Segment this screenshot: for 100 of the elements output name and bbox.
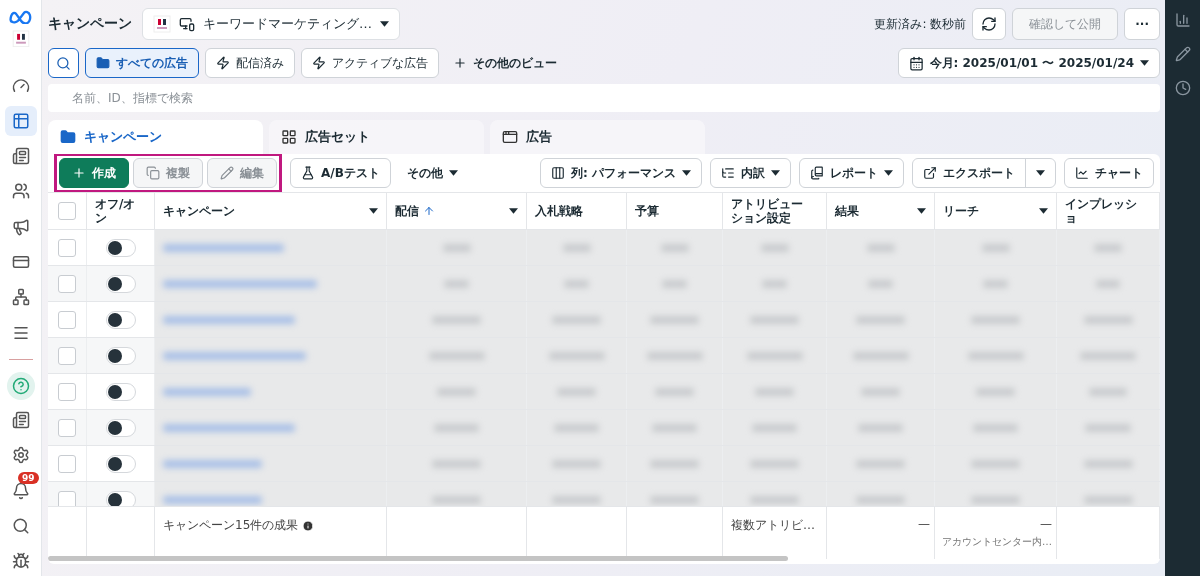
toolbar-button[interactable]: レポート — [799, 158, 904, 188]
row-checkbox[interactable] — [58, 382, 76, 401]
plus-icon — [72, 166, 86, 180]
row-checkbox[interactable] — [58, 454, 76, 473]
toolbar-button[interactable]: 列: パフォーマンス — [540, 158, 702, 188]
scrollbar[interactable] — [48, 556, 788, 561]
more-button[interactable]: ··· — [1124, 8, 1160, 40]
update-status: 更新済み: 数秒前 — [874, 15, 967, 33]
other-menu-button[interactable]: その他 — [398, 158, 466, 188]
refresh-button[interactable] — [972, 8, 1007, 40]
help-button[interactable] — [6, 372, 35, 400]
caret-icon — [884, 170, 893, 176]
column-header[interactable]: オフ/オン — [95, 196, 142, 226]
export-icon — [923, 166, 937, 180]
view-tab[interactable]: すべての広告 — [85, 48, 199, 78]
chart-icon — [1075, 166, 1089, 180]
toggle-switch[interactable] — [105, 490, 136, 506]
toolbar-button[interactable]: チャート — [1064, 158, 1154, 188]
search-icon — [56, 55, 71, 71]
column-header[interactable]: 配信 — [395, 203, 419, 219]
caret-icon — [380, 21, 389, 27]
account-logo-icon — [153, 15, 171, 33]
tab[interactable]: 広告 — [490, 120, 705, 154]
folder-icon — [60, 129, 76, 145]
toggle-switch[interactable] — [105, 346, 136, 365]
search-button[interactable] — [48, 48, 79, 78]
ab-test-button[interactable]: A/Bテスト — [290, 158, 391, 188]
list-icon — [721, 166, 735, 180]
notification-badge: 99 — [17, 472, 39, 485]
column-header[interactable]: 予算 — [635, 203, 659, 219]
table-icon — [11, 111, 30, 130]
nav-item[interactable] — [4, 106, 37, 136]
network-icon — [11, 288, 30, 307]
summary-text: — — [917, 517, 930, 531]
column-header[interactable]: 入札戦略 — [535, 203, 583, 219]
flask-icon — [301, 166, 315, 180]
caret-icon — [1140, 60, 1149, 66]
row-checkbox[interactable] — [58, 346, 76, 365]
caret-icon — [448, 170, 458, 176]
column-header[interactable]: 結果 — [835, 203, 859, 219]
plus-icon — [453, 56, 467, 70]
view-tab[interactable]: アクティブな広告 — [301, 48, 439, 78]
caret-icon — [1039, 208, 1048, 214]
logo-icon[interactable] — [8, 10, 33, 24]
search-field[interactable]: 名前、ID、指標で検索 — [48, 84, 1160, 112]
pencil-icon[interactable] — [1174, 46, 1191, 62]
device-icon — [179, 16, 195, 32]
date-range-button[interactable]: 今月: 2025/01/01 〜 2025/01/24 — [897, 48, 1160, 78]
toolbar-button[interactable]: 内訳 — [710, 158, 791, 188]
window-icon — [502, 129, 518, 145]
toggle-switch[interactable] — [105, 382, 136, 401]
page-title: キャンペーン — [48, 15, 132, 33]
help-icon — [11, 376, 30, 395]
caret-icon — [917, 208, 926, 214]
tab[interactable]: 広告セット — [269, 120, 484, 154]
toolbar-button[interactable]: エクスポート — [912, 158, 1056, 188]
megaphone-icon — [11, 217, 30, 236]
row-checkbox[interactable] — [58, 238, 76, 257]
column-header[interactable]: アトリビューション設定 — [731, 196, 814, 226]
select-all-checkbox[interactable] — [58, 202, 76, 220]
summary-text: — — [1039, 517, 1052, 531]
toggle-switch[interactable] — [105, 274, 136, 293]
card-icon — [11, 253, 30, 271]
clock-icon[interactable] — [1174, 80, 1191, 96]
bar-chart-icon[interactable] — [1174, 12, 1191, 28]
caret-icon — [771, 170, 780, 176]
caret-icon — [509, 208, 518, 214]
toggle-switch[interactable] — [105, 310, 136, 329]
caret-icon — [682, 170, 691, 176]
account-selector[interactable]: キーワードマーケティング… — [142, 8, 400, 40]
column-header[interactable]: インプレッショ — [1065, 196, 1147, 226]
create-button[interactable]: 作成 — [59, 158, 129, 188]
summary-text: 複数アトリビ… — [731, 517, 816, 534]
tab[interactable]: キャンペーン — [48, 120, 263, 154]
column-header[interactable]: キャンペーン — [163, 203, 235, 219]
summary-text: キャンペーン15件の成果 — [163, 517, 382, 534]
view-tab[interactable]: 配信済み — [205, 48, 295, 78]
column-header[interactable]: リーチ — [943, 203, 979, 219]
folder-icon — [96, 56, 110, 70]
toggle-switch[interactable] — [105, 454, 136, 473]
row-checkbox[interactable] — [58, 310, 76, 329]
row-checkbox[interactable] — [58, 418, 76, 437]
bolt-icon — [312, 56, 326, 70]
columns-icon — [551, 166, 565, 180]
caret-icon — [369, 208, 378, 214]
refresh-icon — [981, 16, 998, 32]
settings-icon — [11, 446, 30, 465]
row-checkbox[interactable] — [58, 490, 76, 506]
report-icon — [810, 166, 824, 180]
toggle-switch[interactable] — [105, 418, 136, 437]
bug-icon — [11, 552, 30, 571]
copy-icon — [146, 166, 160, 180]
caret-icon — [1036, 170, 1045, 176]
people-icon — [11, 182, 30, 201]
toggle-switch[interactable] — [105, 238, 136, 257]
calendar-icon — [908, 55, 924, 71]
bolt-icon — [216, 56, 230, 70]
summary-subtext: アカウントセンター内… — [942, 535, 1052, 549]
more-views-button[interactable]: その他のビュー — [445, 48, 565, 78]
row-checkbox[interactable] — [58, 274, 76, 293]
